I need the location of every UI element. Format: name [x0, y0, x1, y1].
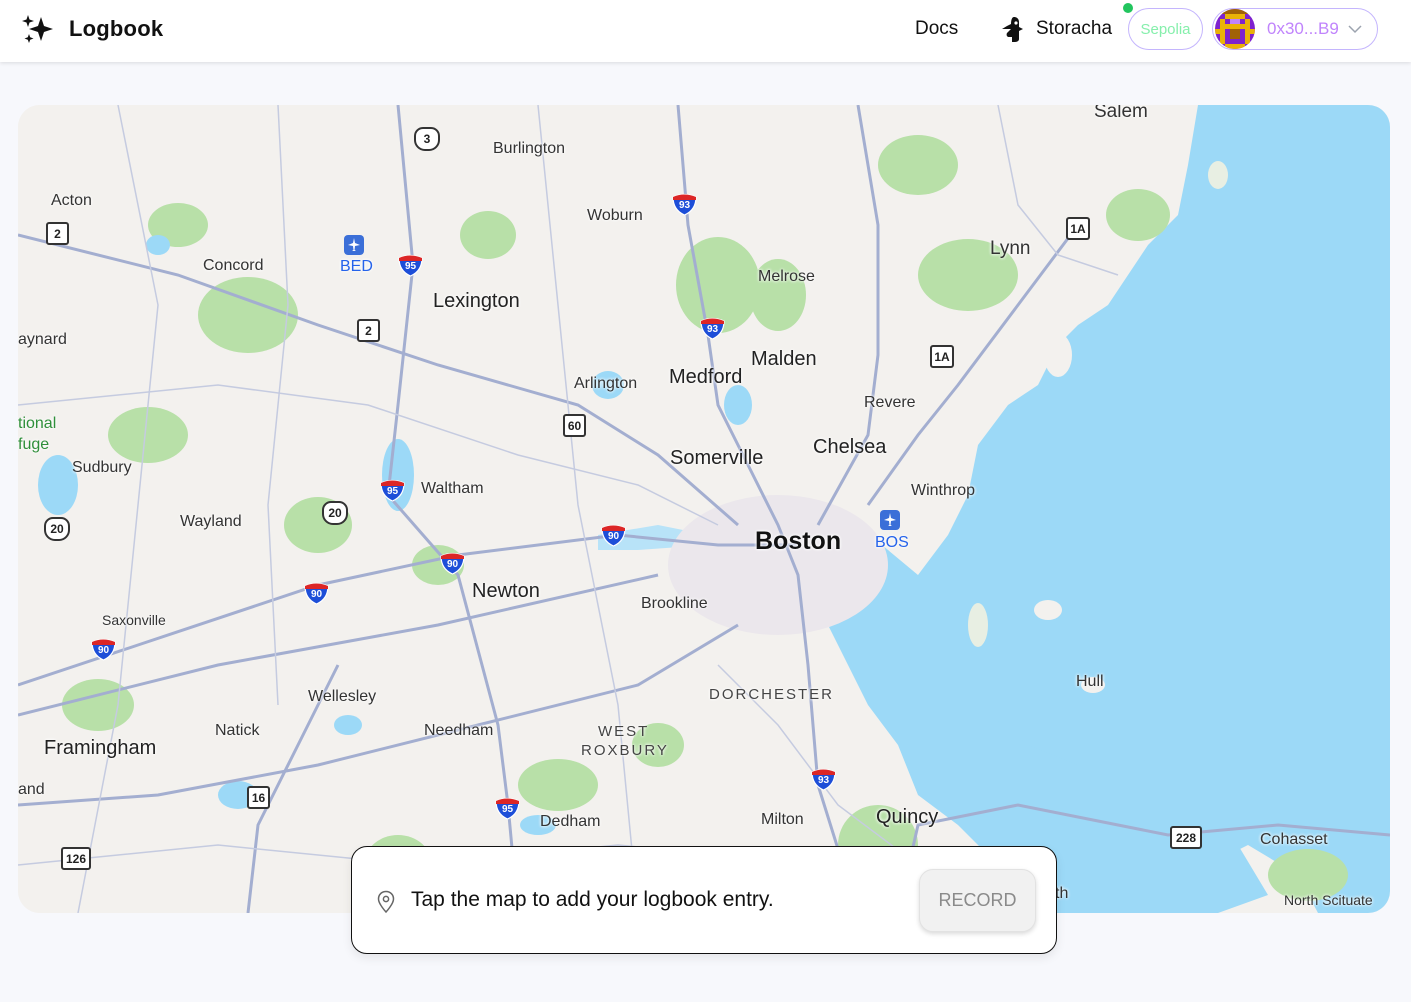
entry-prompt: Tap the map to add your logbook entry. — [411, 888, 774, 911]
map-label-wayland: Wayland — [180, 513, 242, 530]
map-label-arlington: Arlington — [574, 375, 638, 392]
map-label-wellesley: Wellesley — [308, 688, 377, 705]
map-label-dedham: Dedham — [540, 813, 601, 830]
map-canvas[interactable]: Salem Burlington Acton Woburn Lynn Conco… — [18, 105, 1390, 913]
nav-docs-link[interactable]: Docs — [915, 18, 958, 40]
route-60-shield: 60 — [563, 414, 586, 437]
map-label-lynn: Lynn — [990, 238, 1031, 259]
map-label-acton: Acton — [51, 192, 92, 209]
map-label-west-roxbury-2: ROXBURY — [581, 742, 669, 759]
map-label-bed: BED — [340, 258, 373, 275]
brand-title: Logbook — [69, 16, 164, 41]
interstate-93-shield-north: 93 — [672, 192, 697, 221]
map-label-cohasset: Cohasset — [1260, 831, 1328, 848]
map-label-lexington: Lexington — [433, 290, 520, 312]
interstate-90-shield-a: 90 — [601, 523, 626, 552]
route-228-shield: 228 — [1170, 826, 1202, 849]
map-label-milton: Milton — [761, 811, 804, 828]
map-label-melrose: Melrose — [758, 268, 815, 285]
interstate-95-shield-mid: 95 — [380, 478, 405, 507]
map-label-refuge-2: fuge — [18, 436, 50, 453]
airport-bed-icon — [344, 235, 364, 255]
map-label-refuge-1: tional — [18, 415, 57, 432]
map-label-maynard: aynard — [18, 331, 67, 348]
route-1a-shield-south: 1A — [930, 345, 954, 368]
record-button[interactable]: RECORD — [919, 869, 1036, 932]
map-label-quincy: Quincy — [876, 806, 939, 828]
route-2-shield-west: 2 — [46, 222, 69, 245]
route-1a-shield-north: 1A — [1066, 217, 1090, 240]
map-label-winthrop: Winthrop — [911, 482, 976, 499]
map-label-framingham: Framingham — [44, 737, 157, 759]
interstate-90-shield-d: 90 — [91, 637, 116, 666]
map-label-somerville: Somerville — [670, 447, 764, 469]
map-label-bos: BOS — [875, 534, 909, 551]
storacha-icon — [1002, 17, 1023, 42]
logbook-entry-panel: Tap the map to add your logbook entry. R… — [351, 846, 1057, 954]
map-tiles — [18, 105, 1390, 913]
top-nav-bar: Logbook Docs Storacha Sepolia 0x30...B9 — [0, 0, 1411, 62]
route-126-shield: 126 — [61, 847, 91, 870]
us-route-20-shield-mid: 20 — [322, 501, 348, 525]
map-label-concord: Concord — [203, 257, 264, 274]
airport-bos-icon — [880, 510, 900, 530]
map-label-dorchester: DORCHESTER — [709, 686, 835, 703]
map-label-medford: Medford — [669, 366, 743, 388]
us-route-3-shield: 3 — [414, 127, 440, 151]
map-label-north-scituate: North Scituate — [1284, 892, 1373, 908]
map-label-chelsea: Chelsea — [813, 436, 887, 458]
location-pin-icon — [377, 890, 395, 914]
map-label-revere: Revere — [864, 394, 916, 411]
map-label-waltham: Waltham — [421, 480, 484, 497]
route-2-shield-mid: 2 — [357, 319, 380, 342]
map-label-brookline: Brookline — [641, 595, 708, 612]
interstate-95-shield-south: 95 — [495, 796, 520, 825]
chevron-down-icon — [1348, 25, 1362, 34]
map-label-burlington: Burlington — [493, 140, 566, 157]
account-address: 0x30...B9 — [1267, 19, 1339, 38]
brand[interactable]: Logbook — [20, 13, 163, 45]
storacha-label: Storacha — [1036, 18, 1113, 39]
map-label-needham: Needham — [424, 722, 494, 739]
map-label-sudbury: Sudbury — [72, 459, 132, 476]
map-label-salem: Salem — [1094, 105, 1148, 122]
route-16-shield: 16 — [247, 786, 270, 809]
interstate-93-shield-south: 93 — [811, 767, 836, 796]
map-label-natick: Natick — [215, 722, 260, 739]
network-status-dot — [1123, 3, 1133, 13]
map-label-hull: Hull — [1076, 673, 1104, 690]
nav-storacha-link[interactable]: Storacha — [1000, 15, 1112, 43]
interstate-90-shield-b: 90 — [440, 551, 465, 580]
map-label-malden: Malden — [751, 348, 817, 370]
map-label-woburn: Woburn — [587, 207, 643, 224]
account-button[interactable]: 0x30...B9 — [1212, 8, 1378, 50]
map-label-th-fragment: th — [1055, 885, 1069, 902]
map-label-boston: Boston — [755, 527, 842, 555]
avatar — [1215, 9, 1255, 49]
sparkles-icon — [22, 15, 53, 43]
map-label-west-roxbury-1: WEST — [598, 723, 650, 740]
interstate-93-shield-mid: 93 — [700, 316, 725, 345]
interstate-90-shield-c: 90 — [304, 581, 329, 610]
map-label-newton: Newton — [472, 580, 540, 602]
map-label-saxonville: Saxonville — [102, 612, 166, 628]
map-label-land-edge: and — [18, 781, 45, 798]
network-selector-button[interactable]: Sepolia — [1128, 8, 1203, 50]
interstate-95-shield-north: 95 — [398, 253, 423, 282]
us-route-20-shield-west: 20 — [44, 517, 70, 541]
